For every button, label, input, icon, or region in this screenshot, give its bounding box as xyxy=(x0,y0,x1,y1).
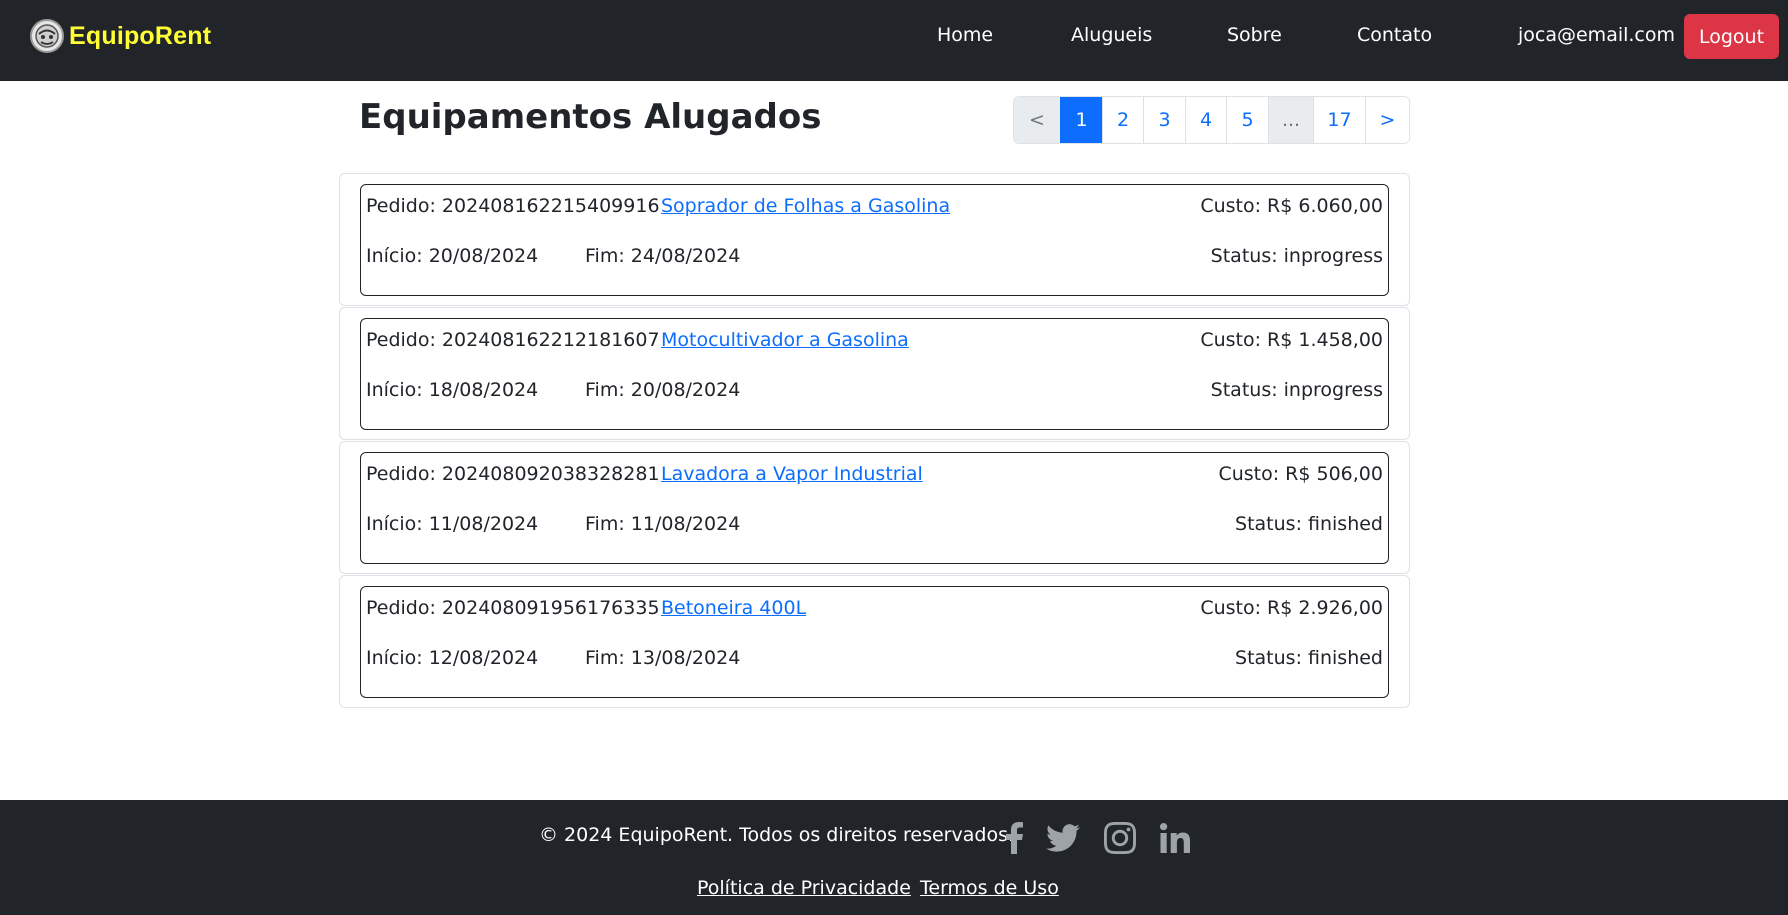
end-date: Fim: 13/08/2024 xyxy=(585,647,741,669)
pagination-ellipsis: ... xyxy=(1268,97,1313,143)
rental-card-body: Pedido: 202408162212181607 Motocultivado… xyxy=(360,318,1389,430)
brand-logo-icon xyxy=(30,19,64,53)
logout-button[interactable]: Logout xyxy=(1684,14,1779,59)
order-number: Pedido: 202408091956176335 xyxy=(366,597,660,619)
page-title: Equipamentos Alugados xyxy=(359,97,822,137)
pagination-prev[interactable]: < xyxy=(1014,97,1060,143)
copyright-text: © 2024 EquipoRent. Todos os direitos res… xyxy=(539,824,1015,846)
start-date: Início: 11/08/2024 xyxy=(366,513,539,535)
order-number: Pedido: 202408162215409916 xyxy=(366,195,660,217)
pagination: < 1 2 3 4 5 ... 17 > xyxy=(1013,96,1410,144)
equipment-link[interactable]: Soprador de Folhas a Gasolina xyxy=(661,195,950,217)
rental-cost: Custo: R$ 1.458,00 xyxy=(1200,329,1383,351)
pagination-next[interactable]: > xyxy=(1365,97,1409,143)
twitter-icon[interactable] xyxy=(1045,820,1081,856)
equipment-link[interactable]: Motocultivador a Gasolina xyxy=(661,329,909,351)
rental-card: Pedido: 202408092038328281 Lavadora a Va… xyxy=(339,441,1410,574)
pagination-page-4[interactable]: 4 xyxy=(1185,97,1226,143)
end-date: Fim: 11/08/2024 xyxy=(585,513,741,535)
rental-card: Pedido: 202408091956176335 Betoneira 400… xyxy=(339,575,1410,708)
start-date: Início: 12/08/2024 xyxy=(366,647,539,669)
pagination-page-3[interactable]: 3 xyxy=(1143,97,1185,143)
equipment-link[interactable]: Lavadora a Vapor Industrial xyxy=(661,463,923,485)
rental-cost: Custo: R$ 2.926,00 xyxy=(1200,597,1383,619)
end-date: Fim: 24/08/2024 xyxy=(585,245,741,267)
user-email: joca@email.com xyxy=(1518,24,1676,46)
nav-sobre[interactable]: Sobre xyxy=(1227,24,1282,46)
rental-status: Status: finished xyxy=(1235,513,1383,535)
privacy-policy-link[interactable]: Política de Privacidade xyxy=(697,877,911,899)
pagination-page-5[interactable]: 5 xyxy=(1226,97,1268,143)
rental-status: Status: inprogress xyxy=(1210,379,1383,401)
pagination-page-17[interactable]: 17 xyxy=(1313,97,1365,143)
pagination-page-2[interactable]: 2 xyxy=(1102,97,1143,143)
footer: © 2024 EquipoRent. Todos os direitos res… xyxy=(0,800,1788,915)
instagram-icon[interactable] xyxy=(1102,820,1138,856)
rental-card: Pedido: 202408162212181607 Motocultivado… xyxy=(339,307,1410,440)
rental-cost: Custo: R$ 506,00 xyxy=(1218,463,1383,485)
brand-link[interactable]: EquipoRent xyxy=(29,18,211,54)
order-number: Pedido: 202408092038328281 xyxy=(366,463,660,485)
nav-alugueis[interactable]: Alugueis xyxy=(1071,24,1152,46)
order-number: Pedido: 202408162212181607 xyxy=(366,329,660,351)
equipment-link[interactable]: Betoneira 400L xyxy=(661,597,806,619)
linkedin-icon[interactable] xyxy=(1157,820,1193,856)
rental-card-body: Pedido: 202408162215409916 Soprador de F… xyxy=(360,184,1389,296)
terms-of-use-link[interactable]: Termos de Uso xyxy=(920,877,1059,899)
rental-status: Status: inprogress xyxy=(1210,245,1383,267)
rental-cost: Custo: R$ 6.060,00 xyxy=(1200,195,1383,217)
end-date: Fim: 20/08/2024 xyxy=(585,379,741,401)
pagination-page-1[interactable]: 1 xyxy=(1060,97,1102,143)
nav-contato[interactable]: Contato xyxy=(1357,24,1432,46)
nav-home[interactable]: Home xyxy=(937,24,993,46)
brand-name: EquipoRent xyxy=(69,21,212,50)
rental-card-body: Pedido: 202408092038328281 Lavadora a Va… xyxy=(360,452,1389,564)
facebook-icon[interactable] xyxy=(996,820,1032,856)
navbar: EquipoRent Home Alugueis Sobre Contato j… xyxy=(0,0,1788,81)
start-date: Início: 18/08/2024 xyxy=(366,379,539,401)
rental-card-body: Pedido: 202408091956176335 Betoneira 400… xyxy=(360,586,1389,698)
rental-card: Pedido: 202408162215409916 Soprador de F… xyxy=(339,173,1410,306)
start-date: Início: 20/08/2024 xyxy=(366,245,539,267)
rental-list: Pedido: 202408162215409916 Soprador de F… xyxy=(339,173,1410,709)
rental-status: Status: finished xyxy=(1235,647,1383,669)
